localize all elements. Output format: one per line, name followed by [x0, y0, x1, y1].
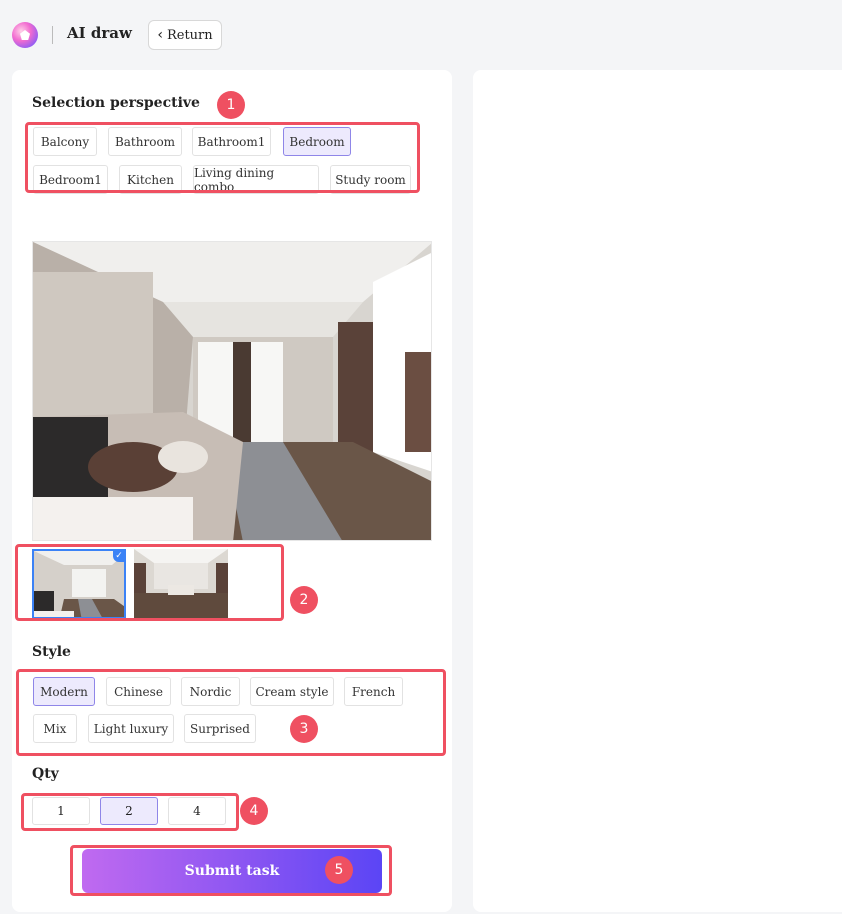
annotation-box-1 [25, 122, 420, 193]
annotation-badge-5: 5 [325, 856, 353, 884]
header-divider [52, 26, 53, 44]
bedroom-render [33, 242, 431, 540]
annotation-box-3 [16, 669, 446, 756]
annotation-box-4 [21, 793, 239, 831]
qty-title: Qty [32, 766, 59, 782]
perspective-title: Selection perspective [32, 95, 200, 111]
logo-icon [12, 22, 38, 48]
annotation-badge-3: 3 [290, 715, 318, 743]
annotation-badge-1: 1 [217, 91, 245, 119]
top-bar: AI draw ‹ Return [0, 0, 842, 70]
room-preview-image [32, 241, 432, 541]
result-panel [473, 70, 842, 912]
chevron-left-icon: ‹ [157, 27, 163, 43]
annotation-badge-2: 2 [290, 586, 318, 614]
annotation-badge-4: 4 [240, 797, 268, 825]
app-title: AI draw [67, 24, 132, 42]
annotation-box-2 [15, 544, 284, 621]
return-label: Return [166, 27, 213, 43]
style-title: Style [32, 644, 71, 660]
return-button[interactable]: ‹ Return [148, 20, 222, 50]
